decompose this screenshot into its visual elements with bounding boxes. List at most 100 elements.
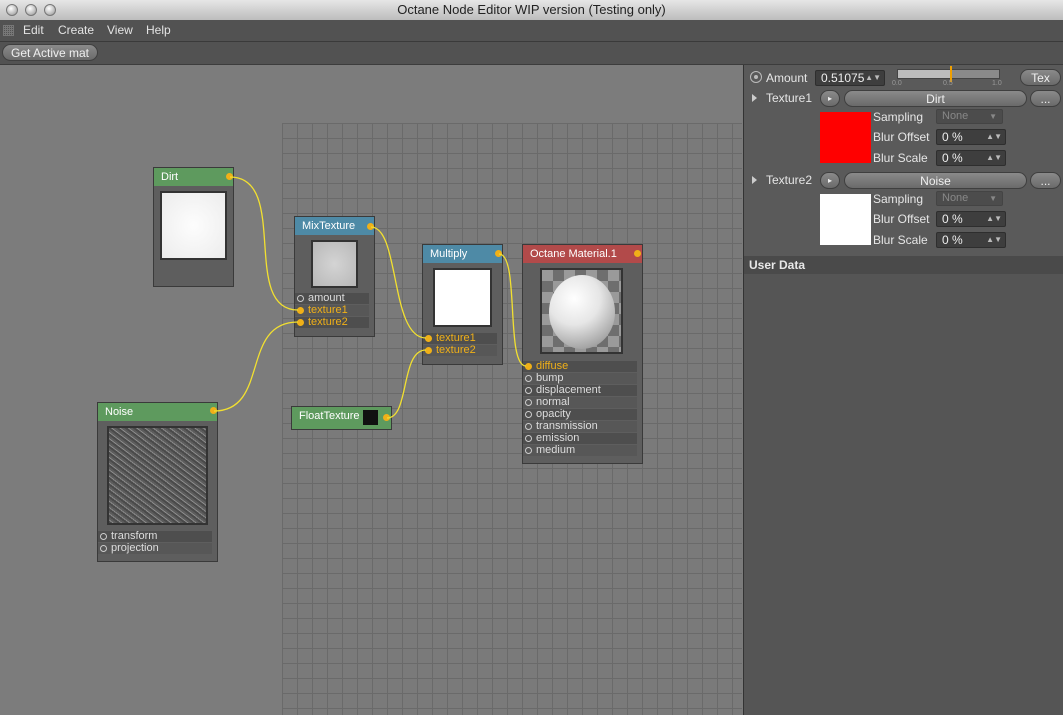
input-port-icon[interactable] — [425, 347, 432, 354]
mix-prop-texture2[interactable]: texture2 — [295, 317, 369, 328]
input-port-icon[interactable] — [525, 435, 532, 442]
grip-icon — [3, 25, 14, 36]
multiply-output-port[interactable] — [495, 250, 502, 257]
texture2-expand-icon[interactable] — [752, 176, 757, 184]
texture2-swatch — [820, 194, 871, 245]
node-noise[interactable]: Noise transform projection — [97, 402, 218, 562]
attribute-panel: Amount 0.51075 ▲▼ 0.0 0.5 1.0 Tex Texture… — [743, 65, 1063, 715]
node-title[interactable]: MixTexture — [295, 217, 374, 235]
mixtexture-output-port[interactable] — [367, 223, 374, 230]
material-prop-opacity[interactable]: opacity — [523, 409, 637, 420]
texture1-blur-offset-field[interactable]: 0 % ▲▼ — [936, 129, 1006, 145]
texture2-label: Texture2 — [766, 173, 813, 187]
material-output-port[interactable] — [634, 250, 641, 257]
material-prop-normal[interactable]: normal — [523, 397, 637, 408]
input-port-icon[interactable] — [425, 335, 432, 342]
multiply-prop-texture2[interactable]: texture2 — [423, 345, 497, 356]
node-title[interactable]: Octane Material.1 — [523, 245, 642, 263]
menu-view[interactable]: View — [107, 23, 133, 37]
texture2-blur-offset-field[interactable]: 0 % ▲▼ — [936, 211, 1006, 227]
input-port-icon[interactable] — [100, 533, 107, 540]
texture1-blur-offset-label: Blur Offset — [873, 130, 930, 144]
texture1-blur-scale-label: Blur Scale — [873, 151, 928, 165]
material-prop-diffuse[interactable]: diffuse — [523, 361, 637, 372]
texture2-sampling-select[interactable]: None ▼ — [936, 191, 1003, 206]
texture2-blur-scale-label: Blur Scale — [873, 233, 928, 247]
amount-animate-radio[interactable] — [750, 71, 762, 83]
node-title[interactable]: Dirt — [154, 168, 233, 186]
input-port-icon[interactable] — [525, 363, 532, 370]
texture1-label: Texture1 — [766, 91, 813, 105]
input-port-icon[interactable] — [100, 545, 107, 552]
texture2-blur-offset-label: Blur Offset — [873, 212, 930, 226]
node-dirt[interactable]: Dirt — [153, 167, 234, 287]
node-title[interactable]: FloatTexture — [299, 410, 360, 422]
input-port-icon[interactable] — [525, 411, 532, 418]
node-canvas[interactable]: Dirt Noise transform projection MixTextu… — [0, 65, 742, 715]
menu-help[interactable]: Help — [146, 23, 171, 37]
input-port-icon[interactable] — [297, 319, 304, 326]
material-prop-bump[interactable]: bump — [523, 373, 637, 384]
material-prop-medium[interactable]: medium — [523, 445, 637, 456]
input-port-icon[interactable] — [297, 307, 304, 314]
node-floattexture[interactable]: FloatTexture — [291, 406, 392, 430]
texture2-more-button[interactable]: ... — [1030, 172, 1061, 189]
tex-button[interactable]: Tex — [1020, 69, 1061, 86]
material-prop-displacement[interactable]: displacement — [523, 385, 637, 396]
zoom-window-button[interactable] — [44, 4, 56, 16]
multiply-prop-texture1[interactable]: texture1 — [423, 333, 497, 344]
input-port-icon[interactable] — [525, 375, 532, 382]
amount-slider-track[interactable] — [897, 66, 1000, 82]
dirt-output-port[interactable] — [226, 173, 233, 180]
window-titlebar: Octane Node Editor WIP version (Testing … — [0, 0, 1063, 21]
amount-label: Amount — [766, 71, 808, 85]
minimize-window-button[interactable] — [25, 4, 37, 16]
input-port-icon[interactable] — [297, 295, 304, 302]
input-port-icon[interactable] — [525, 387, 532, 394]
amount-field[interactable]: 0.51075 ▲▼ — [815, 70, 885, 86]
texture1-sampling-label: Sampling — [873, 110, 924, 124]
material-prop-transmission[interactable]: transmission — [523, 421, 637, 432]
menu-bar: Edit Create View Help — [0, 20, 1063, 42]
texture1-play-button[interactable]: ▸ — [820, 90, 840, 107]
noise-preview — [107, 426, 208, 525]
texture1-sampling-select[interactable]: None ▼ — [936, 109, 1003, 124]
texture1-expand-icon[interactable] — [752, 94, 757, 102]
mixtexture-preview — [311, 240, 358, 288]
texture2-blur-scale-field[interactable]: 0 % ▲▼ — [936, 232, 1006, 248]
menu-edit[interactable]: Edit — [23, 23, 44, 37]
mix-prop-amount[interactable]: amount — [295, 293, 369, 304]
texture1-more-button[interactable]: ... — [1030, 90, 1061, 107]
material-preview — [540, 268, 623, 354]
texture2-play-button[interactable]: ▸ — [820, 172, 840, 189]
get-active-mat-button[interactable]: Get Active mat — [2, 44, 98, 61]
texture1-name-button[interactable]: Dirt — [844, 90, 1027, 107]
mix-prop-texture1[interactable]: texture1 — [295, 305, 369, 316]
input-port-icon[interactable] — [525, 447, 532, 454]
texture1-blur-scale-field[interactable]: 0 % ▲▼ — [936, 150, 1006, 166]
input-port-icon[interactable] — [525, 399, 532, 406]
slider-scale-max: 1.0 — [992, 80, 1002, 87]
noise-prop-projection[interactable]: projection — [98, 543, 212, 554]
sphere-preview-icon — [549, 275, 615, 349]
node-mixtexture[interactable]: MixTexture amount texture1 texture2 — [294, 216, 375, 337]
slider-scale-mid: 0.5 — [943, 80, 953, 87]
noise-prop-transform[interactable]: transform — [98, 531, 212, 542]
texture2-name-button[interactable]: Noise — [844, 172, 1027, 189]
menu-create[interactable]: Create — [58, 23, 94, 37]
toolbar: Get Active mat — [0, 42, 1063, 65]
slider-scale-min: 0.0 — [892, 80, 902, 87]
node-title[interactable]: Noise — [98, 403, 217, 421]
multiply-preview — [433, 268, 492, 327]
texture1-swatch — [820, 112, 871, 163]
user-data-area — [744, 274, 1063, 715]
user-data-header[interactable]: User Data — [744, 256, 1063, 274]
dirt-preview — [160, 191, 227, 260]
noise-output-port[interactable] — [210, 407, 217, 414]
node-multiply[interactable]: Multiply texture1 texture2 — [422, 244, 503, 365]
input-port-icon[interactable] — [525, 423, 532, 430]
node-title[interactable]: Multiply — [423, 245, 502, 263]
floattexture-output-port[interactable] — [383, 414, 390, 421]
close-window-button[interactable] — [6, 4, 18, 16]
material-prop-emission[interactable]: emission — [523, 433, 637, 444]
